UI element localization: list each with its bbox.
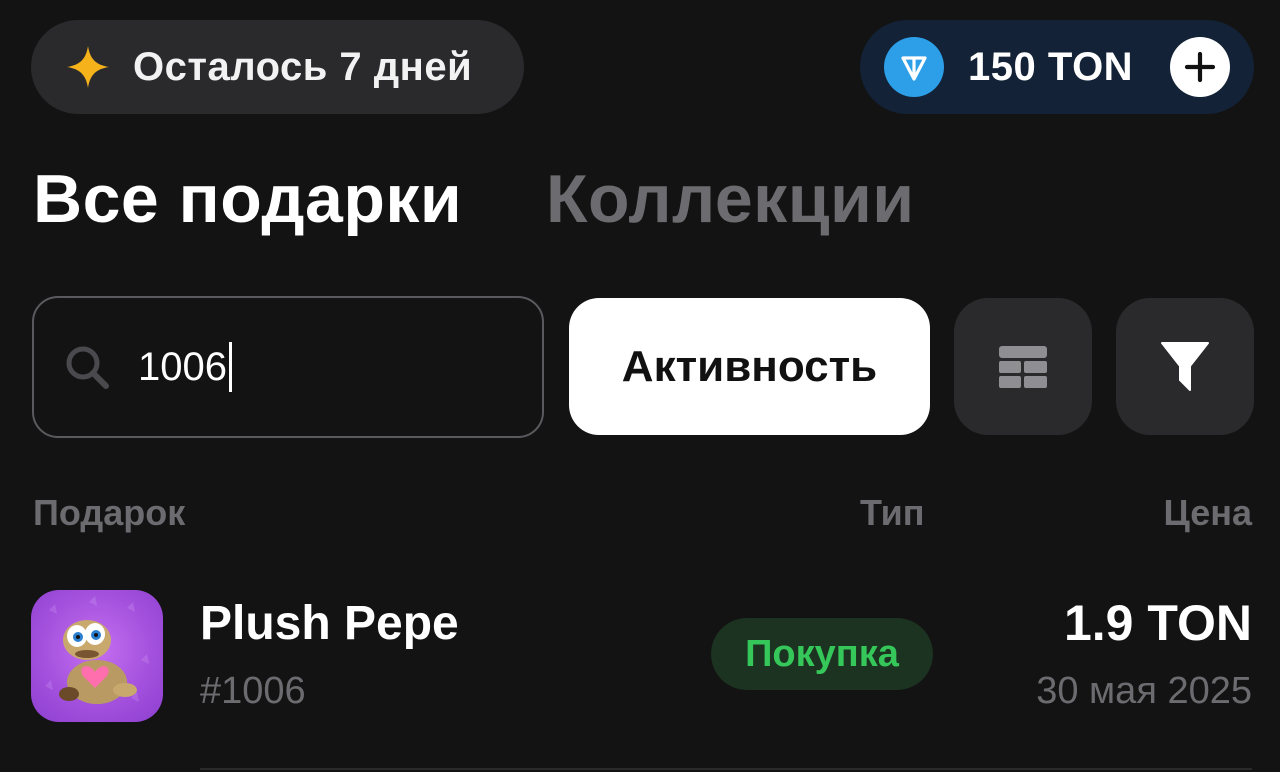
search-value: 1006 (138, 344, 227, 389)
table-view-button[interactable] (954, 298, 1092, 435)
plus-icon (1184, 51, 1216, 83)
row-divider (200, 768, 1252, 770)
filter-button[interactable] (1116, 298, 1254, 435)
table-grid-icon (999, 345, 1047, 388)
subscription-days-pill[interactable]: Осталось 7 дней (31, 20, 524, 114)
search-input[interactable]: 1006 (32, 296, 544, 438)
sparkle-star-icon (65, 44, 111, 90)
type-badge: Покупка (711, 618, 933, 690)
column-header-gift: Подарок (33, 492, 186, 533)
column-header-type: Тип (860, 492, 925, 533)
gift-number: #1006 (200, 670, 306, 712)
balance-pill[interactable]: 150 TON (860, 20, 1254, 114)
filter-icon (1161, 341, 1209, 391)
gift-price: 1.9 TON (1063, 595, 1252, 651)
column-header-price: Цена (1163, 492, 1252, 533)
gift-date: 30 мая 2025 (1036, 670, 1252, 712)
plush-pepe-image (45, 596, 149, 704)
gifts-activity-screen: Осталось 7 дней 150 TON Все подарки Колл… (0, 0, 1280, 772)
text-caret (228, 342, 232, 392)
gift-thumbnail[interactable] (31, 590, 163, 722)
tab-collections[interactable]: Коллекции (546, 160, 915, 238)
activity-button[interactable]: Активность (569, 298, 930, 435)
tab-all-gifts[interactable]: Все подарки (33, 160, 462, 238)
ton-coin-icon (884, 37, 944, 97)
balance-amount: 150 TON (968, 44, 1134, 89)
top-up-button[interactable] (1170, 37, 1230, 97)
gift-name[interactable]: Plush Pepe (200, 596, 459, 651)
search-icon (62, 342, 112, 392)
days-left-label: Осталось 7 дней (133, 44, 473, 89)
